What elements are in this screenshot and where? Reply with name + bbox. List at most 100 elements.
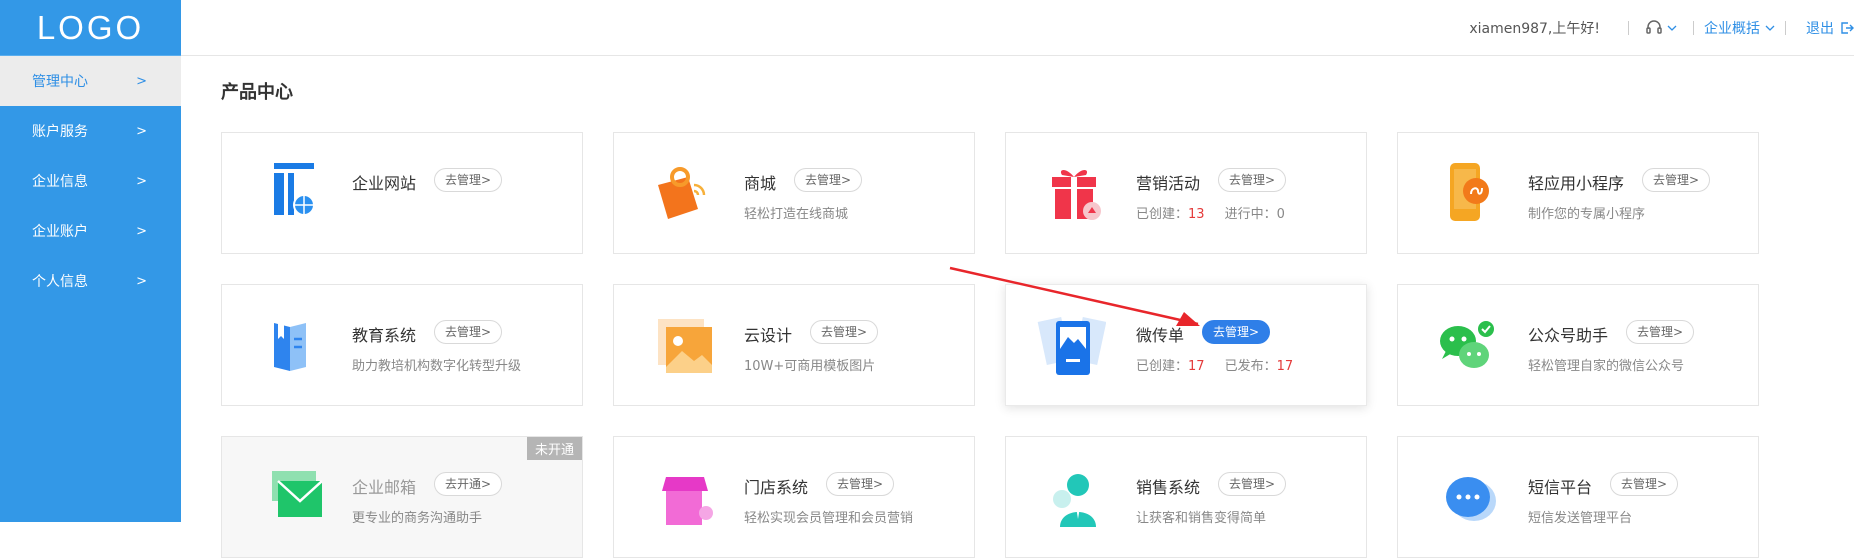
- product-name: 教育系统: [352, 326, 417, 345]
- product-card-marketing[interactable]: 营销活动 去管理> 已创建：13 进行中：0: [1005, 132, 1367, 254]
- enterprise-overview-dropdown[interactable]: 企业概括: [1704, 18, 1775, 38]
- product-description: 制作您的专属小程序: [1528, 207, 1646, 222]
- shopping-bag-icon: [644, 163, 714, 223]
- logo[interactable]: LOGO: [0, 0, 181, 56]
- wechat-icon: [1428, 315, 1498, 375]
- product-name: 企业邮箱: [352, 478, 417, 497]
- sidebar-item-account-service[interactable]: 账户服务 >: [0, 106, 181, 156]
- product-name: 企业网站: [352, 174, 417, 193]
- headset-icon[interactable]: [1639, 19, 1683, 36]
- product-description: 短信发送管理平台: [1528, 511, 1633, 526]
- book-icon: [252, 315, 322, 375]
- chevron-right-icon: >: [136, 173, 147, 189]
- product-stats: 已创建：17 已发布：17: [1136, 355, 1313, 374]
- flyer-icon: [1036, 315, 1107, 375]
- product-name: 商城: [744, 174, 777, 193]
- sales-person-icon: [1036, 467, 1106, 527]
- go-manage-button[interactable]: 去管理>: [810, 320, 879, 344]
- go-manage-button[interactable]: 去管理>: [1218, 168, 1287, 192]
- chevron-right-icon: >: [136, 273, 147, 289]
- page-title: 产品中心: [221, 82, 293, 103]
- product-name: 公众号助手: [1528, 326, 1609, 345]
- stat-value: 0: [1276, 207, 1285, 222]
- logout-button[interactable]: 退出: [1806, 18, 1854, 38]
- divider: [1785, 20, 1786, 35]
- product-name: 云设计: [744, 326, 793, 345]
- product-card-micro-flyer[interactable]: 微传单 去管理> 已创建：17 已发布：17: [1005, 284, 1367, 406]
- go-manage-button[interactable]: 去管理>: [434, 320, 503, 344]
- sidebar-item-personal-info[interactable]: 个人信息 >: [0, 256, 181, 306]
- sidebar: LOGO 管理中心 > 账户服务 > 企业信息 > 企业账户 > 个人信息 >: [0, 0, 181, 522]
- sidebar-item-company-account[interactable]: 企业账户 >: [0, 206, 181, 256]
- stat-label: 进行中：: [1224, 207, 1277, 222]
- chevron-right-icon: >: [136, 223, 147, 239]
- product-card-enterprise-mail[interactable]: 未开通 企业邮箱 去开通> 更专业的商务沟通助手: [221, 436, 583, 558]
- product-name: 轻应用小程序: [1528, 174, 1625, 193]
- chevron-right-icon: >: [136, 123, 147, 139]
- product-card-sales[interactable]: 销售系统 去管理> 让获客和销售变得简单: [1005, 436, 1367, 558]
- sidebar-item-label: 企业信息: [32, 174, 88, 190]
- product-name: 短信平台: [1528, 478, 1593, 497]
- not-activated-badge: 未开通: [526, 437, 582, 460]
- greeting-text: xiamen987,上午好!: [1469, 20, 1600, 37]
- gift-icon: [1036, 163, 1106, 223]
- product-card-store[interactable]: 门店系统 去管理> 轻松实现会员管理和会员营销: [613, 436, 975, 558]
- go-manage-button[interactable]: 去管理>: [1218, 472, 1287, 496]
- chevron-right-icon: >: [136, 73, 147, 89]
- product-name: 门店系统: [744, 478, 809, 497]
- logout-label: 退出: [1806, 20, 1834, 37]
- product-card-sms[interactable]: 短信平台 去管理> 短信发送管理平台: [1397, 436, 1759, 558]
- logout-icon: [1841, 21, 1854, 34]
- product-name: 营销活动: [1136, 174, 1201, 193]
- product-card-mini-program[interactable]: 轻应用小程序 去管理> 制作您的专属小程序: [1397, 132, 1759, 254]
- chevron-down-icon: [1667, 25, 1677, 31]
- go-activate-button[interactable]: 去开通>: [434, 472, 503, 496]
- go-manage-button[interactable]: 去管理>: [1202, 320, 1271, 344]
- stat-label: 已发布：: [1224, 359, 1277, 374]
- product-stats: 已创建：13 进行中：0: [1136, 203, 1285, 222]
- sidebar-item-label: 账户服务: [32, 124, 88, 140]
- product-card-cloud-design[interactable]: 云设计 去管理> 10W+可商用模板图片: [613, 284, 975, 406]
- mini-program-icon: [1428, 163, 1498, 223]
- website-icon: [252, 163, 322, 223]
- product-grid: 企业网站 去管理> 商城 去管理> 轻松打造在线商城 营销活动 去管理> 已创建…: [221, 132, 1759, 558]
- product-description: 助力教培机构数字化转型升级: [352, 359, 522, 374]
- stat-label: 已创建：: [1136, 359, 1189, 374]
- stat-value: 17: [1276, 359, 1294, 374]
- sidebar-item-management-center[interactable]: 管理中心 >: [0, 56, 181, 106]
- product-description: 轻松管理自家的微信公众号: [1528, 359, 1685, 374]
- product-name: 销售系统: [1136, 478, 1201, 497]
- product-description: 更专业的商务沟通助手: [352, 511, 483, 526]
- sidebar-item-company-info[interactable]: 企业信息 >: [0, 156, 181, 206]
- go-manage-button[interactable]: 去管理>: [1642, 168, 1711, 192]
- product-description: 轻松实现会员管理和会员营销: [744, 511, 914, 526]
- product-name: 微传单: [1136, 326, 1185, 345]
- go-manage-button[interactable]: 去管理>: [1610, 472, 1679, 496]
- product-card-mall[interactable]: 商城 去管理> 轻松打造在线商城: [613, 132, 975, 254]
- go-manage-button[interactable]: 去管理>: [826, 472, 895, 496]
- top-bar-actions: xiamen987,上午好! 企业概括 退出: [1469, 0, 1854, 55]
- enterprise-overview-label: 企业概括: [1704, 20, 1760, 37]
- stat-value: 13: [1188, 207, 1205, 222]
- sidebar-item-label: 管理中心: [32, 74, 88, 90]
- mail-icon: [252, 467, 323, 527]
- divider: [1693, 20, 1694, 35]
- sidebar-item-label: 企业账户: [32, 224, 88, 240]
- sidebar-item-label: 个人信息: [32, 274, 88, 290]
- product-card-official-account[interactable]: 公众号助手 去管理> 轻松管理自家的微信公众号: [1397, 284, 1759, 406]
- product-description: 让获客和销售变得简单: [1136, 511, 1267, 526]
- chevron-down-icon: [1765, 25, 1775, 31]
- top-bar: xiamen987,上午好! 企业概括 退出: [181, 0, 1854, 56]
- store-icon: [644, 467, 714, 527]
- stat-value: 17: [1188, 359, 1205, 374]
- product-card-education[interactable]: 教育系统 去管理> 助力教培机构数字化转型升级: [221, 284, 583, 406]
- sms-icon: [1428, 467, 1498, 527]
- go-manage-button[interactable]: 去管理>: [1626, 320, 1695, 344]
- divider: [1628, 20, 1629, 35]
- stat-label: 已创建：: [1136, 207, 1189, 222]
- image-design-icon: [644, 315, 714, 375]
- go-manage-button[interactable]: 去管理>: [794, 168, 863, 192]
- product-description: 10W+可商用模板图片: [744, 359, 876, 374]
- go-manage-button[interactable]: 去管理>: [434, 168, 503, 192]
- product-card-website[interactable]: 企业网站 去管理>: [221, 132, 583, 254]
